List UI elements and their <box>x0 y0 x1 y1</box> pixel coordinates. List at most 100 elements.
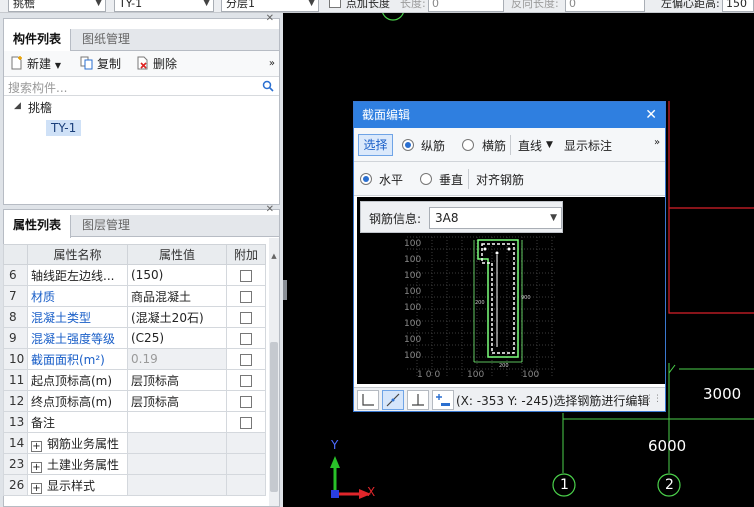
property-group[interactable]: + 土建业务属性 <box>27 453 128 475</box>
ortho-button[interactable] <box>357 390 379 410</box>
top-toolbar: 挑檐 ▼ TY-1 ▼ 分层1 ▼ 点加长度 长度: 0 反向长度: 0 左偏心距高:… <box>0 0 754 13</box>
tab-drawing-manage[interactable]: 图纸管理 <box>73 29 139 51</box>
attach-checkbox[interactable] <box>240 353 252 366</box>
table-row[interactable]: 23 + 土建业务属性 <box>3 453 266 475</box>
search-input[interactable]: 搜索构件... <box>8 79 67 96</box>
snap-button[interactable] <box>382 390 404 410</box>
dialog-title: 截面编辑 <box>362 108 411 122</box>
dim-label-6000: 6000 <box>648 437 687 455</box>
select-button[interactable]: 选择 <box>358 134 393 156</box>
attach-checkbox[interactable] <box>240 332 252 345</box>
axis-label-1: 1 <box>560 477 569 493</box>
table-row[interactable]: 8 混凝土类型 (混凝土20石) <box>3 306 266 328</box>
ortho-icon <box>362 394 374 406</box>
chevron-down-icon[interactable]: ▼ <box>546 140 553 150</box>
copy-button[interactable]: 复制 <box>80 55 121 73</box>
dim-label-bottom: 200 <box>499 363 509 369</box>
component-search[interactable]: 搜索构件... <box>4 77 279 96</box>
close-icon[interactable]: ✕ <box>645 102 657 128</box>
property-group[interactable]: + 显示样式 <box>27 474 128 496</box>
property-name: 终点顶标高(m) <box>27 390 128 412</box>
collapse-icon[interactable]: ◢ <box>14 101 21 111</box>
property-value[interactable]: 层顶标高 <box>127 390 227 412</box>
stirrup-radio[interactable] <box>462 139 474 151</box>
expand-icon[interactable]: + <box>31 440 42 452</box>
table-row[interactable]: 9 混凝土强度等级 (C25) <box>3 327 266 349</box>
axis-label-2: 2 <box>665 477 674 493</box>
table-row[interactable]: 6 轴线距左边线... (150) <box>3 264 266 286</box>
property-name: 起点顶标高(m) <box>27 369 128 391</box>
table-row[interactable]: 11 起点顶标高(m) 层顶标高 <box>3 369 266 391</box>
chevron-down-icon: ▼ <box>308 0 315 8</box>
property-value[interactable] <box>127 411 227 433</box>
add-dimension-icon <box>436 394 450 406</box>
tree-group-label[interactable]: 挑檐 <box>28 99 52 116</box>
splitter-handle[interactable] <box>283 280 287 300</box>
property-value[interactable]: 商品混凝土 <box>127 285 227 307</box>
left-offset-input[interactable]: 150 <box>722 0 754 12</box>
attach-checkbox[interactable] <box>240 269 252 282</box>
table-row[interactable]: 10 截面面积(m²) 0.19 <box>3 348 266 370</box>
expand-icon[interactable]: + <box>31 482 42 494</box>
more-button[interactable]: » <box>269 55 275 73</box>
property-value[interactable]: 层顶标高 <box>127 369 227 391</box>
point-length-checkbox[interactable] <box>329 0 341 8</box>
close-icon[interactable]: ✕ <box>266 13 274 24</box>
chevron-down-icon: ▼ <box>550 213 557 223</box>
property-group[interactable]: + 钢筋业务属性 <box>27 432 128 454</box>
property-value[interactable]: (C25) <box>127 327 227 349</box>
layer-select[interactable]: 分层1 ▼ <box>221 0 319 12</box>
perpendicular-icon <box>412 394 424 406</box>
attach-checkbox[interactable] <box>240 311 252 324</box>
delete-button[interactable]: 删除 <box>136 55 177 73</box>
component-select[interactable]: TY-1 ▼ <box>114 0 214 12</box>
expand-icon[interactable]: + <box>31 461 42 473</box>
tab-property-list[interactable]: 属性列表 <box>4 215 72 238</box>
table-row[interactable]: 12 终点顶标高(m) 层顶标高 <box>3 390 266 412</box>
table-row[interactable]: 14 + 钢筋业务属性 <box>3 432 266 454</box>
chevron-down-icon: ▼ <box>203 0 210 8</box>
ucs-x-label: X <box>367 485 376 499</box>
more-button[interactable]: » <box>654 137 660 148</box>
vertical-radio[interactable] <box>420 173 432 185</box>
attach-checkbox[interactable] <box>240 416 252 429</box>
scrollbar-track[interactable]: ▲ <box>269 238 279 506</box>
reverse-length-input[interactable]: 0 <box>565 0 645 12</box>
dialog-titlebar[interactable]: 截面编辑 ✕ <box>354 102 665 128</box>
grid-label: 100 <box>522 370 540 380</box>
property-value[interactable]: (150) <box>127 264 227 286</box>
table-row[interactable]: 26 + 显示样式 <box>3 474 266 496</box>
perpendicular-button[interactable] <box>407 390 429 410</box>
scroll-up-icon[interactable]: ▲ <box>270 252 278 262</box>
property-value[interactable]: (混凝土20石) <box>127 306 227 328</box>
table-row[interactable]: 13 备注 <box>3 411 266 433</box>
horizontal-radio[interactable] <box>360 173 372 185</box>
tab-component-list[interactable]: 构件列表 <box>4 29 72 52</box>
column-header-name: 属性名称 <box>27 244 128 265</box>
bar-info-select[interactable]: 3A8 ▼ <box>429 207 562 229</box>
attach-checkbox[interactable] <box>240 374 252 387</box>
bar-info-box: 钢筋信息: 3A8 ▼ <box>360 201 563 233</box>
component-toolbar: 新建 ▼ 复制 删除 » <box>4 51 279 77</box>
line-mode-button[interactable]: 直线 <box>518 137 542 154</box>
tree-item-ty1[interactable]: TY-1 <box>46 120 82 136</box>
new-button[interactable]: 新建 ▼ <box>10 55 61 73</box>
search-icon[interactable] <box>262 80 274 92</box>
tab-layer-manage[interactable]: 图层管理 <box>73 215 139 237</box>
align-bar-button[interactable]: 对齐钢筋 <box>476 171 524 188</box>
close-icon[interactable]: ✕ <box>266 204 274 215</box>
resize-grip-icon[interactable]: ⋮⋮ <box>645 394 662 404</box>
attach-checkbox[interactable] <box>240 290 252 303</box>
length-input[interactable]: 0 <box>428 0 504 12</box>
scrollbar-thumb[interactable] <box>270 342 278 492</box>
floor-type-select[interactable]: 挑檐 ▼ <box>8 0 106 12</box>
table-row[interactable]: 7 材质 商品混凝土 <box>3 285 266 307</box>
long-bar-radio[interactable] <box>402 139 414 151</box>
section-canvas[interactable]: 100 100 100 100 100 100 100 100 100 100 … <box>357 197 665 384</box>
rebar-point <box>495 251 499 255</box>
status-text: (X: -353 Y: -245)选择钢筋进行编辑 <box>456 394 650 408</box>
attach-checkbox[interactable] <box>240 395 252 408</box>
horizontal-label: 水平 <box>379 173 404 187</box>
add-dimension-button[interactable] <box>432 390 454 410</box>
show-mark-button[interactable]: 显示标注 <box>564 137 612 154</box>
